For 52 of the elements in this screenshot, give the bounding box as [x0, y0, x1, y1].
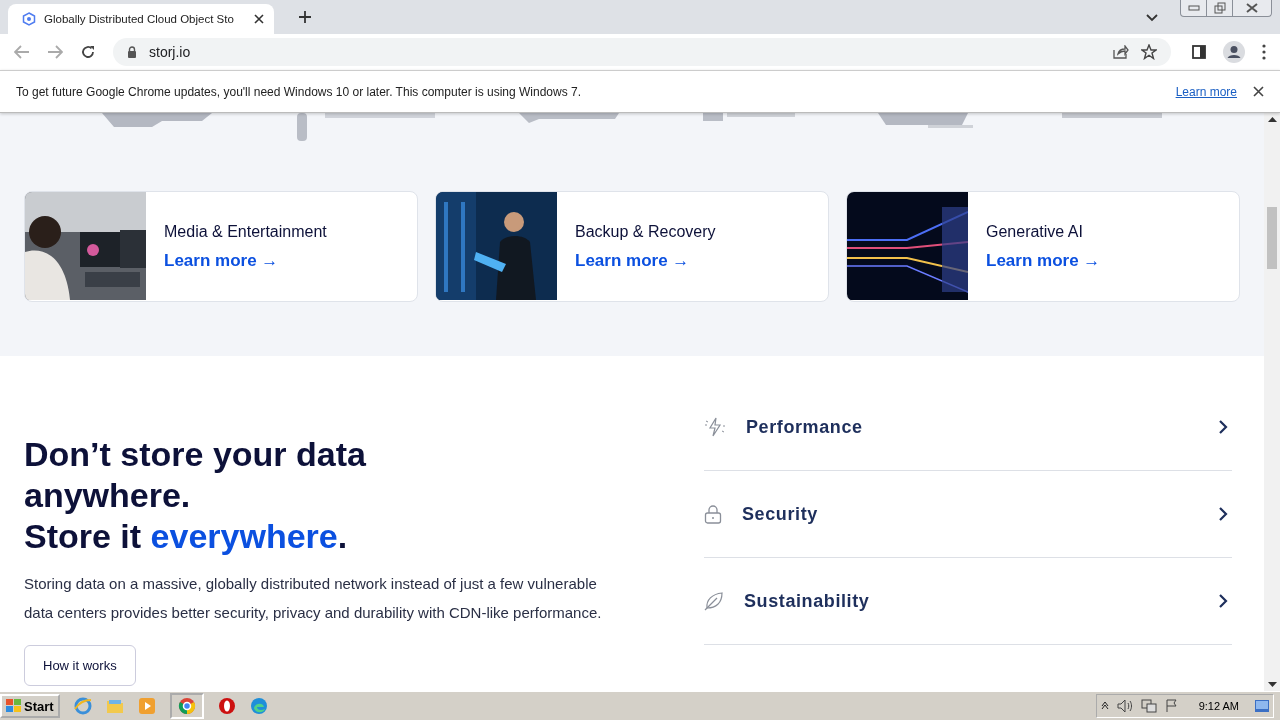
learn-more-link[interactable]: Learn more → [986, 250, 1101, 271]
card-title: Backup & Recovery [575, 222, 716, 241]
hero-heading: Store it everywhere. [24, 516, 349, 557]
how-it-works-button[interactable]: How it works [24, 645, 136, 686]
chevron-up-icon[interactable] [1100, 702, 1109, 710]
feature-item[interactable]: Sustainability [704, 558, 1232, 645]
hexagon-icon [22, 12, 36, 26]
chevron-right-icon [1218, 506, 1228, 522]
start-button[interactable]: Start [0, 694, 60, 718]
scrollbar-thumb[interactable] [1267, 207, 1277, 269]
close-icon [1246, 3, 1258, 13]
profile-icon[interactable] [1223, 41, 1245, 63]
feature-item[interactable]: Performance [704, 384, 1232, 471]
browser-tab[interactable]: Globally Distributed Cloud Object Sto [8, 4, 274, 34]
restore-icon [1213, 2, 1226, 14]
learn-more-link[interactable]: Learn more → [164, 250, 327, 271]
card-title: Generative AI [986, 222, 1084, 241]
lock-icon [704, 504, 722, 524]
side-panel-icon[interactable] [1192, 45, 1206, 59]
chevron-right-icon [1218, 419, 1228, 435]
close-icon[interactable] [1253, 86, 1264, 97]
minimize-icon [1187, 5, 1200, 11]
lightning-icon [704, 417, 726, 437]
feature-item[interactable]: Security [704, 471, 1232, 558]
taskbar-button[interactable] [169, 693, 204, 719]
leaf-icon [704, 591, 724, 611]
hero-heading: Don’t store your data anywhere. [24, 434, 367, 516]
hero-description: Storing data on a massive, globally distributed network instead of just a few vulnerable data centers provides better security, privacy and durability with CDN-like performance. [24, 574, 603, 623]
address-bar[interactable]: storj.io [113, 38, 1171, 66]
scroll-down-icon[interactable] [1267, 682, 1277, 687]
network-icon[interactable] [1140, 699, 1157, 713]
close-icon[interactable] [254, 14, 264, 24]
opera-icon[interactable] [217, 697, 236, 715]
infobar-message: To get future Google Chrome updates, you'll need Windows 10 or later. This computer is using Windows 7. [16, 84, 582, 99]
flag-icon[interactable] [1164, 699, 1179, 713]
windows-logo-icon [6, 699, 22, 713]
chevron-right-icon [1218, 593, 1228, 609]
menu-icon[interactable] [1262, 44, 1266, 60]
tab-title: Globally Distributed Cloud Object Sto [44, 13, 235, 25]
card-title: Media & Entertainment [164, 222, 327, 241]
speaker-icon[interactable] [1116, 699, 1133, 713]
reload-icon[interactable] [80, 44, 96, 60]
star-icon[interactable] [1141, 44, 1157, 60]
lock-icon [127, 46, 137, 58]
learn-more-link[interactable]: Learn more [1175, 84, 1237, 99]
share-icon[interactable] [1113, 45, 1129, 59]
clock[interactable]: 9:12 AM [1198, 700, 1239, 712]
scroll-up-icon[interactable] [1267, 117, 1277, 122]
new-tab-icon[interactable] [298, 10, 312, 24]
chevron-down-icon[interactable] [1146, 14, 1158, 22]
learn-more-link[interactable]: Learn more → [575, 250, 716, 271]
chrome-icon [177, 697, 196, 715]
